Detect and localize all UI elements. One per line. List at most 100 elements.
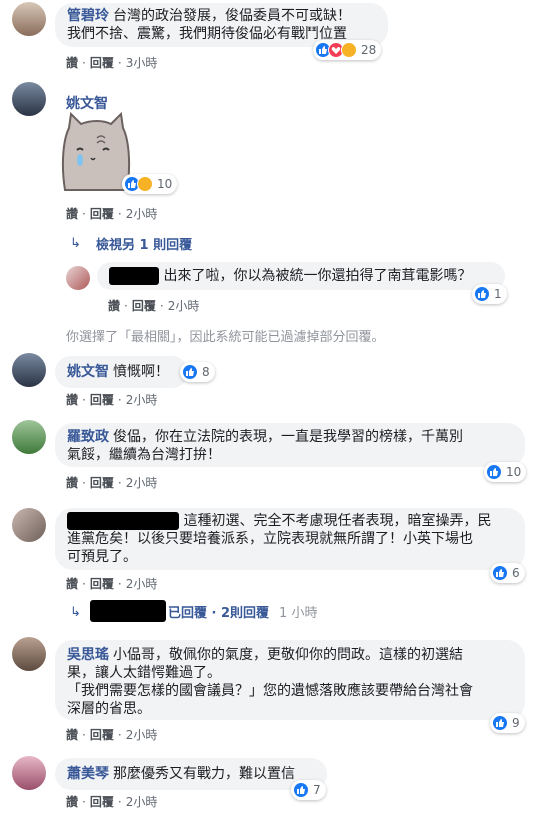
timestamp[interactable]: 2小時 — [126, 476, 158, 490]
reaction-number: 10 — [506, 465, 522, 479]
reply-link[interactable]: 回覆 — [90, 476, 114, 490]
comment-actions: 讚 · 回覆 · 2小時 — [66, 793, 157, 810]
like-link[interactable]: 讚 — [66, 728, 78, 742]
timestamp[interactable]: 2小時 — [168, 299, 200, 313]
avatar[interactable] — [12, 508, 46, 542]
reaction-count[interactable]: 7 — [291, 780, 326, 800]
reply-link[interactable]: 回覆 — [90, 795, 114, 809]
reaction-count[interactable]: 28 — [313, 40, 382, 60]
avatar[interactable] — [12, 353, 46, 387]
avatar[interactable] — [12, 82, 46, 116]
reply-link[interactable]: 回覆 — [90, 728, 114, 742]
like-reaction-icon — [182, 364, 198, 380]
comment-bubble: 這種初選、完全不考慮現任者表現，暗室操弄，民 進黨危矣！以後只要培養派系，立院表… — [55, 508, 525, 570]
reaction-count[interactable]: 1 — [472, 284, 507, 304]
separator: · — [82, 476, 86, 490]
reaction-count[interactable]: 9 — [490, 713, 525, 733]
reaction-count[interactable]: 8 — [180, 362, 215, 382]
commenter-name[interactable]: 姚文智 — [67, 364, 109, 380]
like-link[interactable]: 讚 — [66, 577, 78, 591]
separator: · — [82, 795, 86, 809]
reaction-count[interactable]: 10 — [484, 462, 527, 482]
like-link[interactable]: 讚 — [66, 476, 78, 490]
reaction-number: 7 — [313, 783, 321, 797]
separator: · — [117, 393, 122, 407]
commenter-name[interactable]: 羅致政 — [67, 429, 109, 445]
sad-reaction-icon — [137, 176, 153, 192]
comment-text: 出來了啦，你以為被統一你還拍得了南茸電影嗎？ — [163, 268, 472, 284]
commenter-name[interactable]: 管碧玲 — [67, 8, 109, 24]
reaction-number: 1 — [494, 287, 502, 301]
avatar[interactable] — [12, 2, 46, 36]
avatar[interactable] — [12, 756, 46, 790]
separator: · — [117, 577, 122, 591]
comment-actions: 讚 · 回覆 · 3小時 — [66, 54, 157, 71]
reaction-count[interactable]: 10 — [122, 174, 178, 194]
comment-bubble: 吳思瑤 小偘哥，敬佩你的氣度，更敬仰你的問政。這樣的初選結 果，讓人太錯愕難過了。… — [55, 640, 525, 720]
comment-actions: 讚 · 回覆 · 2小時 — [66, 575, 157, 592]
like-link[interactable]: 讚 — [66, 795, 78, 809]
reply-time: 1 小時 — [279, 605, 318, 621]
like-link[interactable]: 讚 — [66, 207, 78, 221]
separator: · — [82, 393, 86, 407]
avatar[interactable] — [12, 637, 46, 671]
reply-link[interactable]: 回覆 — [90, 207, 114, 221]
comment-actions: 讚 · 回覆 · 2小時 — [66, 726, 157, 743]
timestamp[interactable]: 2小時 — [126, 795, 158, 809]
redacted-name — [109, 267, 159, 285]
comment-bubble: 出來了啦，你以為被統一你還拍得了南茸電影嗎？ — [97, 262, 505, 290]
like-link[interactable]: 讚 — [66, 56, 78, 70]
separator: · — [82, 56, 86, 70]
like-reaction-icon — [492, 565, 508, 581]
separator: · — [82, 207, 86, 221]
reaction-number: 9 — [512, 716, 520, 730]
comment-text: 那麼優秀又有戰力，難以置信 — [113, 766, 295, 782]
comment-bubble: 姚文智 憤慨啊！ — [55, 356, 188, 388]
reaction-number: 28 — [361, 43, 377, 57]
timestamp[interactable]: 2小時 — [126, 393, 158, 407]
comment-actions: 讚 · 回覆 · 2小時 — [108, 297, 199, 314]
like-link[interactable]: 讚 — [108, 299, 120, 313]
comment-text: 台灣的政治發展，俊偘委員不可或缺！ 我們不捨、震驚，我們期待俊偘必有戰鬥位置 — [67, 8, 351, 42]
reply-summary-row[interactable]: 已回覆 · 2則回覆 1 小時 — [90, 600, 317, 622]
like-reaction-icon — [474, 286, 490, 302]
reply-summary[interactable]: 已回覆 · 2則回覆 — [168, 602, 269, 621]
reply-link[interactable]: 回覆 — [90, 577, 114, 591]
comment-text: 憤慨啊！ — [113, 364, 169, 380]
redacted-name — [90, 600, 166, 622]
like-reaction-icon — [293, 782, 309, 798]
reply-arrow-icon: ↳ — [70, 236, 81, 251]
reaction-number: 6 — [512, 566, 520, 580]
reply-link[interactable]: 回覆 — [90, 393, 114, 407]
separator: · — [117, 56, 122, 70]
separator: · — [117, 476, 122, 490]
reaction-number: 10 — [157, 177, 173, 191]
reply-link[interactable]: 回覆 — [132, 299, 156, 313]
separator: · — [82, 728, 86, 742]
timestamp[interactable]: 2小時 — [126, 207, 158, 221]
timestamp[interactable]: 2小時 — [126, 577, 158, 591]
commenter-name[interactable]: 蕭美琴 — [67, 766, 109, 782]
timestamp[interactable]: 2小時 — [126, 728, 158, 742]
like-link[interactable]: 讚 — [66, 393, 78, 407]
reply-arrow-icon: ↳ — [70, 605, 81, 620]
comment-text: 小偘哥，敬佩你的氣度，更敬仰你的問政。這樣的初選結 果，讓人太錯愕難過了。 「我… — [67, 647, 473, 717]
commenter-name[interactable]: 吳思瑤 — [67, 647, 109, 663]
comment-text: 俊偘，你在立法院的表現，一直是我學習的榜樣，千萬別 氣餒，繼續為台灣打拚！ — [67, 429, 463, 463]
separator: · — [117, 728, 122, 742]
reply-link[interactable]: 回覆 — [90, 56, 114, 70]
separator: · — [117, 207, 122, 221]
comment-actions: 讚 · 回覆 · 2小時 — [66, 474, 157, 491]
view-more-replies-link[interactable]: 檢視另 1 則回覆 — [96, 234, 192, 253]
separator: · — [124, 299, 128, 313]
avatar[interactable] — [12, 420, 46, 454]
comment-actions: 讚 · 回覆 · 2小時 — [66, 205, 157, 222]
timestamp[interactable]: 3小時 — [126, 56, 158, 70]
reaction-count[interactable]: 6 — [490, 563, 525, 583]
filter-notice: 你選擇了「最相關」，因此系統可能已過濾掉部分回覆。 — [66, 330, 385, 345]
sad-reaction-icon — [341, 42, 357, 58]
separator: · — [82, 577, 86, 591]
avatar[interactable] — [66, 266, 90, 290]
comment-bubble: 蕭美琴 那麼優秀又有戰力，難以置信 — [55, 758, 327, 790]
comment-actions: 讚 · 回覆 · 2小時 — [66, 391, 157, 408]
